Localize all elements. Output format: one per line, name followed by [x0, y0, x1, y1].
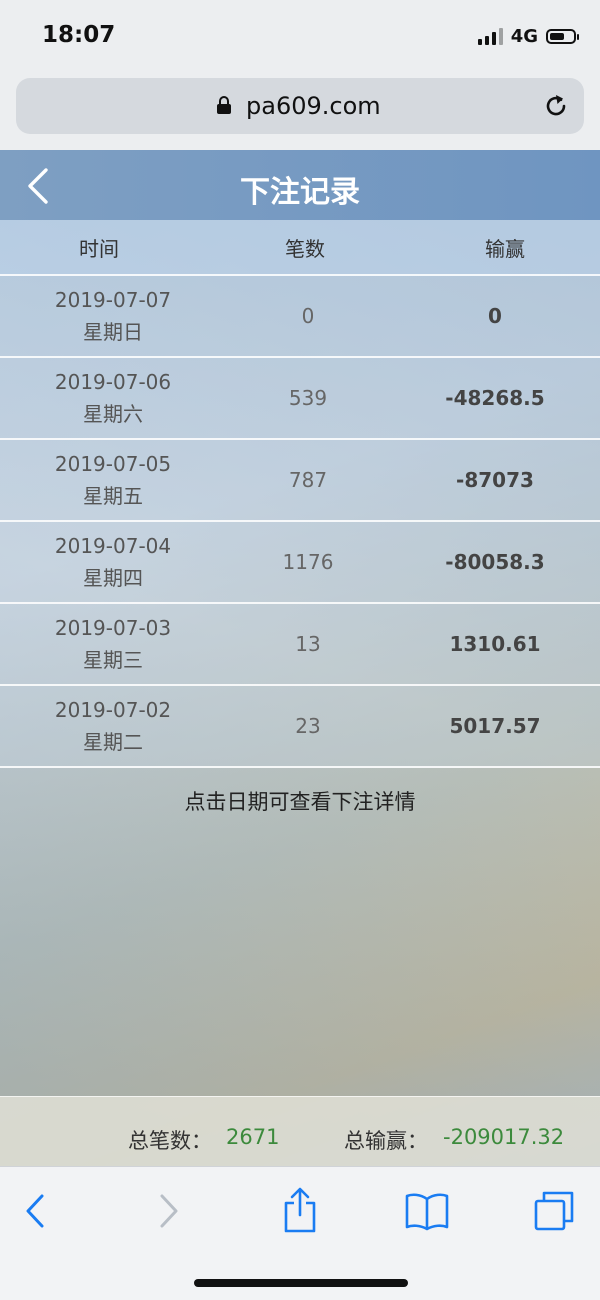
tabs-icon[interactable] — [532, 1189, 576, 1233]
count-cell: 13 — [295, 632, 321, 656]
header-count: 笔数 — [285, 236, 325, 261]
total-count-label: 总笔数： — [128, 1129, 212, 1153]
hint-text: 点击日期可查看下注详情 — [184, 790, 416, 814]
count-cell: 539 — [288, 386, 328, 410]
weekday-text: 星期二 — [83, 730, 143, 754]
network-type: 4G — [510, 25, 538, 47]
date-cell[interactable]: 2019-07-03 星期三 — [0, 612, 226, 676]
bet-record-table: 时间 笔数 输赢 2019-07-07 星期日 0 0 2019-07-06 星… — [0, 220, 600, 768]
lock-icon — [217, 96, 231, 114]
browser-back-icon[interactable] — [22, 1191, 48, 1231]
table-row: 2019-07-06 星期六 539 -48268.5 — [0, 358, 600, 440]
signal-icon — [477, 27, 503, 45]
weekday-text: 星期三 — [83, 648, 143, 672]
date-cell[interactable]: 2019-07-04 星期四 — [0, 530, 226, 594]
table-row: 2019-07-05 星期五 787 -87073 — [0, 440, 600, 522]
win-loss-cell: -80058.3 — [445, 550, 545, 574]
total-win-loss-value: -209017.32 — [443, 1125, 565, 1149]
table-row: 2019-07-03 星期三 13 1310.61 — [0, 604, 600, 686]
total-count-value: 2671 — [226, 1125, 280, 1149]
win-loss-cell: -48268.5 — [445, 386, 545, 410]
count-cell: 1176 — [282, 550, 334, 574]
win-loss-cell: 5017.57 — [449, 714, 541, 738]
header-time: 时间 — [79, 236, 119, 261]
count-cell: 0 — [301, 304, 315, 328]
status-indicators: 4G — [477, 25, 579, 47]
win-loss-cell: -87073 — [456, 468, 534, 492]
browser-address-area: pa609.com — [0, 72, 600, 150]
table-row: 2019-07-02 星期二 23 5017.57 — [0, 686, 600, 768]
nav-bar: 下注记录 — [0, 150, 600, 220]
win-loss-cell: 1310.61 — [449, 632, 541, 656]
date-text: 2019-07-02 — [54, 698, 172, 722]
share-icon[interactable] — [282, 1185, 318, 1233]
url-text: pa609.com — [246, 92, 381, 120]
page-title: 下注记录 — [240, 175, 360, 210]
weekday-text: 星期日 — [83, 320, 143, 344]
win-loss-cell: 0 — [488, 304, 502, 328]
weekday-text: 星期六 — [83, 402, 143, 426]
date-text: 2019-07-05 — [54, 452, 172, 476]
date-cell[interactable]: 2019-07-02 星期二 — [0, 694, 226, 758]
address-bar[interactable]: pa609.com — [16, 78, 584, 134]
browser-toolbar — [0, 1166, 600, 1300]
date-cell[interactable]: 2019-07-07 星期日 — [0, 284, 226, 348]
table-header: 时间 笔数 输赢 — [0, 220, 600, 276]
date-text: 2019-07-06 — [54, 370, 172, 394]
weekday-text: 星期五 — [83, 484, 143, 508]
battery-icon — [546, 28, 579, 44]
table-row: 2019-07-04 星期四 1176 -80058.3 — [0, 522, 600, 604]
summary-bar: 总笔数： 2671 总输赢： -209017.32 — [0, 1096, 600, 1166]
total-win-loss-label: 总输赢： — [344, 1129, 428, 1153]
date-text: 2019-07-03 — [54, 616, 172, 640]
header-win-loss: 输赢 — [485, 236, 525, 261]
date-cell[interactable]: 2019-07-06 星期六 — [0, 366, 226, 430]
status-bar: 18:07 4G — [0, 0, 600, 72]
count-cell: 787 — [288, 468, 328, 492]
home-indicator — [194, 1279, 408, 1287]
date-cell[interactable]: 2019-07-05 星期五 — [0, 448, 226, 512]
book-icon[interactable] — [404, 1191, 450, 1231]
weekday-text: 星期四 — [83, 566, 143, 590]
status-time: 18:07 — [42, 22, 116, 48]
web-page: 下注记录 时间 笔数 输赢 2019-07-07 星期日 0 0 2019-07… — [0, 150, 600, 1166]
browser-forward-icon[interactable] — [156, 1191, 182, 1231]
count-cell: 23 — [295, 714, 321, 738]
date-text: 2019-07-04 — [54, 534, 172, 558]
table-row: 2019-07-07 星期日 0 0 — [0, 276, 600, 358]
reload-icon[interactable] — [542, 92, 570, 120]
date-text: 2019-07-07 — [54, 288, 172, 312]
